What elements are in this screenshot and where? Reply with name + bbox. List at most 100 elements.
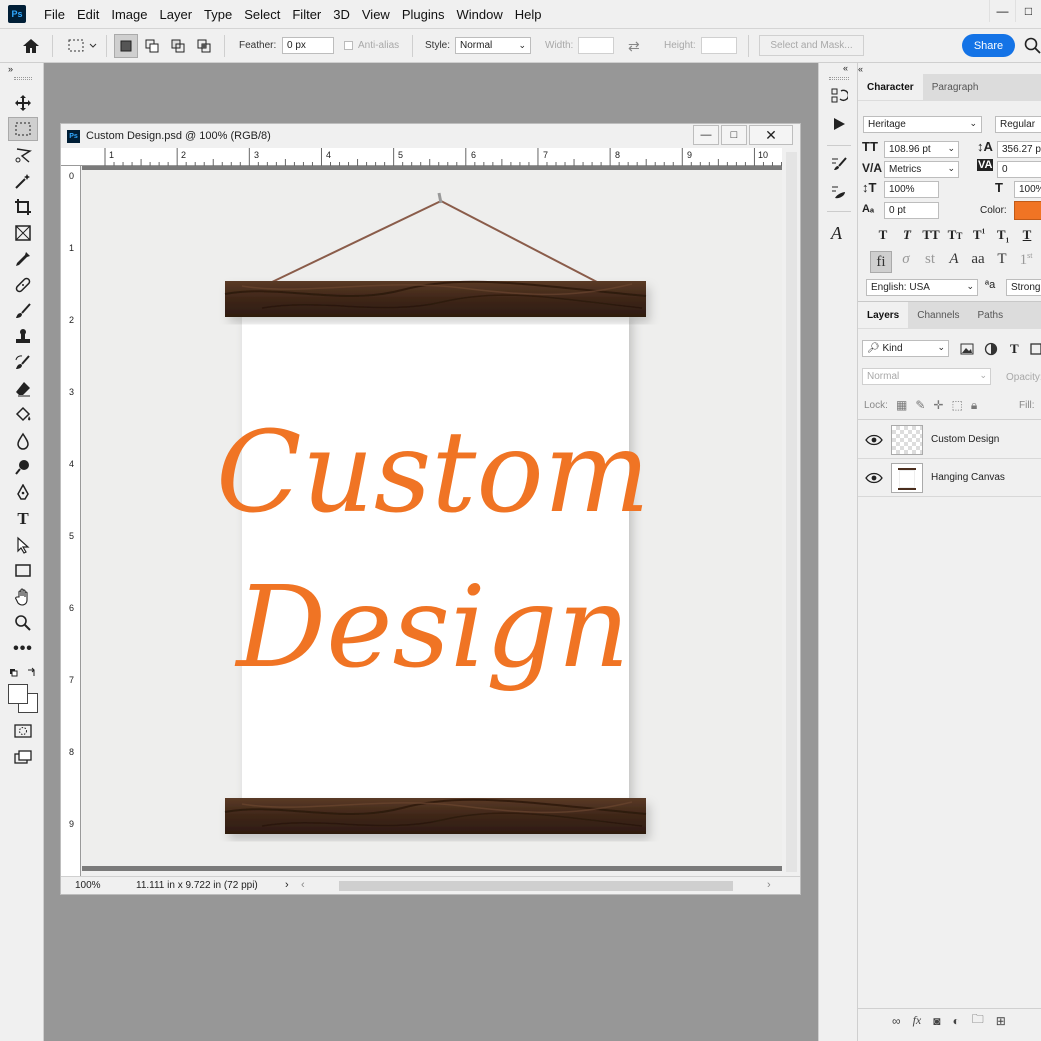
collapse-toolbar-icon[interactable]: » <box>8 64 13 74</box>
eyedropper-tool[interactable] <box>8 247 38 271</box>
move-tool[interactable] <box>8 91 38 115</box>
horizontal-scrollbar-thumb[interactable] <box>339 881 733 891</box>
menu-3d[interactable]: 3D <box>327 0 356 29</box>
history-brush-tool[interactable] <box>8 351 38 375</box>
faux-bold-button[interactable]: T <box>874 227 892 245</box>
frame-tool[interactable] <box>8 221 38 245</box>
menu-edit[interactable]: Edit <box>71 0 105 29</box>
filter-adjustment-layer-icon[interactable] <box>984 342 998 356</box>
select-and-mask-button[interactable]: Select and Mask... <box>759 35 864 56</box>
all-caps-button[interactable]: TT <box>922 227 940 245</box>
ordinals-button[interactable]: 1st <box>1016 251 1036 273</box>
subscript-button[interactable]: T1 <box>994 227 1012 245</box>
filter-type-layer-icon[interactable]: T <box>1010 341 1019 357</box>
document-canvas[interactable]: Custom Design <box>82 166 782 871</box>
paint-bucket-tool[interactable] <box>8 403 38 427</box>
ligatures-button[interactable]: fi <box>870 251 892 273</box>
maximize-window-button[interactable]: □ <box>1015 0 1041 22</box>
document-size[interactable]: 11.111 in x 9.722 in (72 ppi) <box>136 880 258 891</box>
magic-wand-tool[interactable] <box>8 169 38 193</box>
history-panel-icon[interactable] <box>830 87 848 105</box>
language-select[interactable]: English: USA ⌄ <box>866 279 978 296</box>
layer-filter-select[interactable]: 🔎︎ Kind ⌄ <box>862 340 949 357</box>
actions-play-icon[interactable] <box>832 117 846 131</box>
superscript-button[interactable]: T1 <box>970 227 988 245</box>
tab-paths[interactable]: Paths <box>969 302 1013 328</box>
lock-transparent-pixels-icon[interactable]: ▦ <box>896 398 907 413</box>
filter-pixel-layer-icon[interactable] <box>960 343 974 355</box>
blur-tool[interactable] <box>8 429 38 453</box>
small-caps-button[interactable]: TT <box>946 227 964 245</box>
baseline-shift-input[interactable]: 0 pt <box>884 202 939 219</box>
zoom-level[interactable]: 100% <box>75 880 101 891</box>
glyphs-panel-icon[interactable]: A <box>831 223 842 244</box>
blend-mode-select[interactable]: Normal ⌄ <box>862 368 991 385</box>
font-style-select[interactable]: Regular <box>995 116 1041 133</box>
layer-name[interactable]: Hanging Canvas <box>931 472 1005 483</box>
vertical-scrollbar[interactable] <box>783 148 800 876</box>
healing-brush-tool[interactable] <box>8 273 38 297</box>
link-layers-icon[interactable]: ∞ <box>892 1014 901 1028</box>
discretionary-ligatures-button[interactable]: st <box>920 251 940 273</box>
layer-name[interactable]: Custom Design <box>931 434 999 445</box>
pen-tool[interactable] <box>8 481 38 505</box>
crop-tool[interactable] <box>8 195 38 219</box>
lock-all-icon[interactable]: 🔒︎ <box>971 398 977 413</box>
brushes-panel-icon[interactable] <box>830 183 848 201</box>
scroll-left-icon[interactable]: ‹ <box>301 879 305 891</box>
collapse-panels-icon[interactable]: « <box>858 64 863 74</box>
menu-view[interactable]: View <box>356 0 396 29</box>
rectangle-tool[interactable] <box>8 559 38 583</box>
type-tool[interactable]: T <box>8 507 38 531</box>
menu-type[interactable]: Type <box>198 0 238 29</box>
marquee-preset-button[interactable] <box>62 34 102 58</box>
titling-alternates-button[interactable]: T <box>992 251 1012 273</box>
tab-paragraph[interactable]: Paragraph <box>923 74 988 100</box>
search-icon[interactable] <box>1024 37 1041 55</box>
antialias-checkbox[interactable] <box>344 41 353 50</box>
scroll-right-icon[interactable]: › <box>767 879 771 891</box>
font-size-input[interactable]: 108.96 pt ⌄ <box>884 141 959 158</box>
height-input[interactable] <box>701 37 737 54</box>
tab-channels[interactable]: Channels <box>908 302 968 328</box>
intersect-selection-button[interactable] <box>192 34 216 58</box>
contextual-alternates-button[interactable]: σ <box>896 251 916 273</box>
font-family-select[interactable]: Heritage ⌄ <box>863 116 982 133</box>
subtract-selection-button[interactable] <box>166 34 190 58</box>
menu-file[interactable]: File <box>38 0 71 29</box>
lock-position-icon[interactable]: ✛ <box>933 398 943 413</box>
foreground-color-swatch[interactable] <box>8 684 28 704</box>
collapse-dock-icon[interactable]: « <box>843 63 848 73</box>
menu-filter[interactable]: Filter <box>286 0 327 29</box>
rectangular-marquee-tool[interactable] <box>8 117 38 141</box>
add-selection-button[interactable] <box>140 34 164 58</box>
document-close-button[interactable]: ✕ <box>749 125 793 145</box>
brush-tool[interactable] <box>8 299 38 323</box>
share-button[interactable]: Share <box>962 34 1015 57</box>
eye-visibility-icon[interactable] <box>865 434 883 446</box>
add-mask-icon[interactable]: ◙ <box>933 1014 940 1028</box>
lasso-tool[interactable] <box>8 143 38 167</box>
filter-shape-layer-icon[interactable] <box>1030 343 1041 355</box>
stylistic-alternates-button[interactable]: aa <box>968 251 988 273</box>
zoom-tool[interactable] <box>8 611 38 635</box>
hand-tool[interactable] <box>8 585 38 609</box>
horizontal-ruler[interactable]: 1 2 3 4 5 6 7 8 9 10 <box>61 148 782 166</box>
document-minimize-button[interactable]: — <box>693 125 719 145</box>
menu-image[interactable]: Image <box>105 0 153 29</box>
lock-artboard-icon[interactable]: ⬚ <box>951 398 962 413</box>
document-restore-button[interactable]: □ <box>721 125 747 145</box>
swash-button[interactable]: A <box>944 251 964 273</box>
faux-italic-button[interactable]: T <box>898 227 916 245</box>
width-input[interactable] <box>578 37 614 54</box>
minimize-window-button[interactable]: — <box>989 0 1015 22</box>
lock-image-pixels-icon[interactable]: ✎ <box>915 398 925 413</box>
feather-input[interactable]: 0 px <box>282 37 334 54</box>
new-selection-button[interactable] <box>114 34 138 58</box>
layer-row-hanging-canvas[interactable]: Hanging Canvas <box>858 459 1041 497</box>
clone-stamp-tool[interactable] <box>8 325 38 349</box>
kerning-select[interactable]: Metrics ⌄ <box>884 161 959 178</box>
menu-select[interactable]: Select <box>238 0 286 29</box>
edit-toolbar-button[interactable]: ••• <box>8 637 38 661</box>
new-group-icon[interactable]: 🗀︎ <box>972 1010 984 1031</box>
